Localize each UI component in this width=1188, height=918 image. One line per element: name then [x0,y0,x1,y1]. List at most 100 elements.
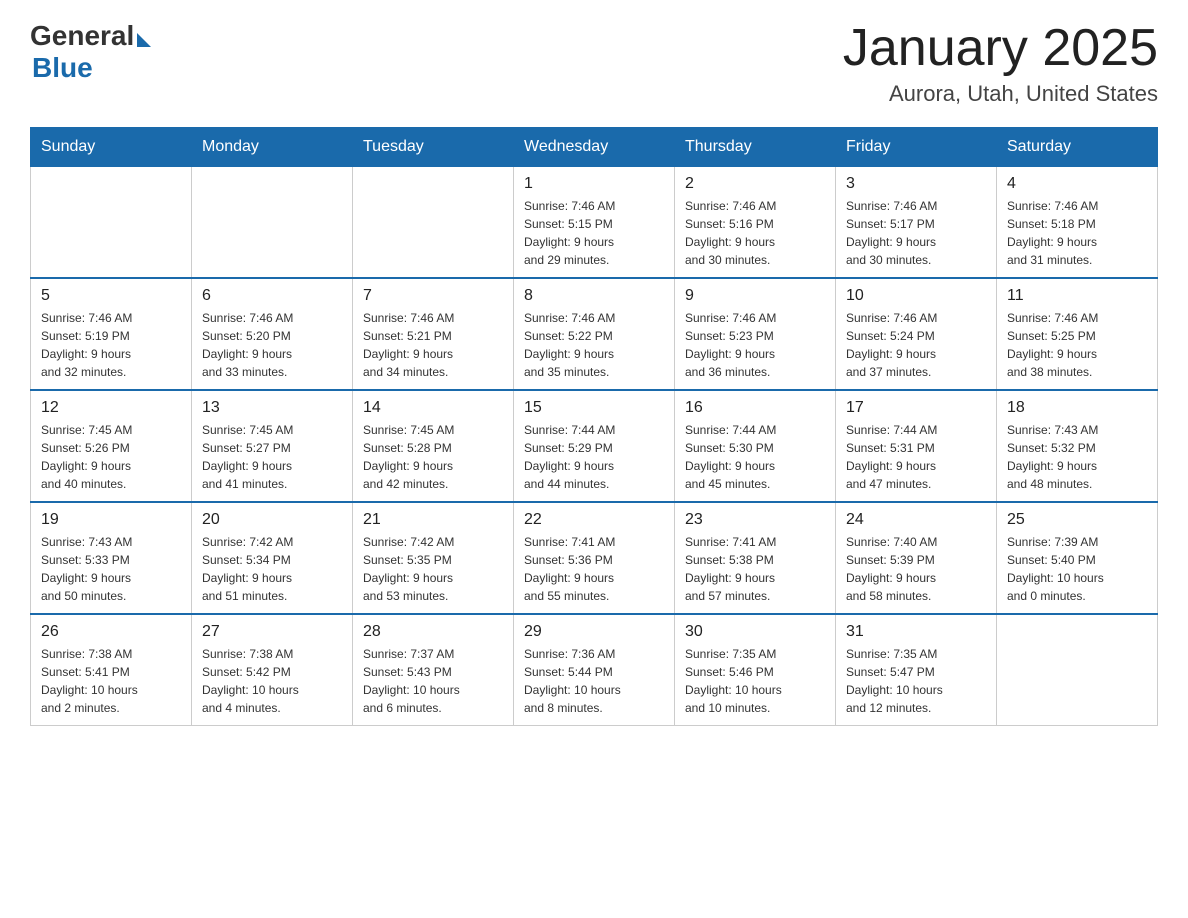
day-number: 24 [846,511,986,529]
day-number: 22 [524,511,664,529]
month-title: January 2025 [843,20,1158,77]
day-number: 12 [41,399,181,417]
day-info: Sunrise: 7:46 AMSunset: 5:21 PMDaylight:… [363,309,503,381]
calendar-cell: 14 Sunrise: 7:45 AMSunset: 5:28 PMDayligh… [353,390,514,502]
day-info: Sunrise: 7:46 AMSunset: 5:18 PMDaylight:… [1007,197,1147,269]
calendar-cell: 26 Sunrise: 7:38 AMSunset: 5:41 PMDayligh… [31,614,192,726]
day-info: Sunrise: 7:44 AMSunset: 5:31 PMDaylight:… [846,421,986,493]
day-number: 5 [41,287,181,305]
calendar-cell: 2 Sunrise: 7:46 AMSunset: 5:16 PMDaylight… [675,167,836,279]
day-info: Sunrise: 7:44 AMSunset: 5:30 PMDaylight:… [685,421,825,493]
calendar-cell: 4Sunrise: 7:46 AMSunset: 5:18 PMDaylight… [997,167,1158,279]
day-number: 13 [202,399,342,417]
calendar-cell: 10Sunrise: 7:46 AMSunset: 5:24 PMDayligh… [836,278,997,390]
day-number: 7 [363,287,503,305]
day-number: 6 [202,287,342,305]
calendar-week-row: 5Sunrise: 7:46 AMSunset: 5:19 PMDaylight… [31,278,1158,390]
day-number: 27 [202,623,342,641]
calendar-cell: 12Sunrise: 7:45 AMSunset: 5:26 PMDayligh… [31,390,192,502]
calendar-cell: 18 Sunrise: 7:43 AMSunset: 5:32 PMDayligh… [997,390,1158,502]
calendar-header-row: SundayMondayTuesdayWednesdayThursdayFrid… [31,128,1158,167]
calendar-cell: 15Sunrise: 7:44 AMSunset: 5:29 PMDayligh… [514,390,675,502]
day-number: 8 [524,287,664,305]
day-info: Sunrise: 7:42 AMSunset: 5:35 PMDaylight:… [363,533,503,605]
day-number: 3 [846,175,986,193]
day-number: 2 [685,175,825,193]
day-info: Sunrise: 7:40 AMSunset: 5:39 PMDaylight:… [846,533,986,605]
day-info: Sunrise: 7:44 AMSunset: 5:29 PMDaylight:… [524,421,664,493]
calendar-cell: 24 Sunrise: 7:40 AMSunset: 5:39 PMDayligh… [836,502,997,614]
calendar-header-tuesday: Tuesday [353,128,514,167]
page-header: General Blue January 2025 Aurora, Utah, … [30,20,1158,107]
calendar-cell: 1 Sunrise: 7:46 AMSunset: 5:15 PMDaylight… [514,167,675,279]
day-info: Sunrise: 7:46 AMSunset: 5:23 PMDaylight:… [685,309,825,381]
day-info: Sunrise: 7:36 AMSunset: 5:44 PMDaylight:… [524,645,664,717]
calendar-cell: 6 Sunrise: 7:46 AMSunset: 5:20 PMDaylight… [192,278,353,390]
calendar-header-friday: Friday [836,128,997,167]
day-number: 19 [41,511,181,529]
calendar-week-row: 12Sunrise: 7:45 AMSunset: 5:26 PMDayligh… [31,390,1158,502]
calendar-cell: 7 Sunrise: 7:46 AMSunset: 5:21 PMDaylight… [353,278,514,390]
calendar-week-row: 26 Sunrise: 7:38 AMSunset: 5:41 PMDayligh… [31,614,1158,726]
day-info: Sunrise: 7:46 AMSunset: 5:15 PMDaylight:… [524,197,664,269]
day-info: Sunrise: 7:43 AMSunset: 5:33 PMDaylight:… [41,533,181,605]
day-info: Sunrise: 7:35 AMSunset: 5:47 PMDaylight:… [846,645,986,717]
calendar-cell: 27 Sunrise: 7:38 AMSunset: 5:42 PMDayligh… [192,614,353,726]
day-number: 18 [1007,399,1147,417]
calendar-cell: 21 Sunrise: 7:42 AMSunset: 5:35 PMDayligh… [353,502,514,614]
calendar-cell: 5Sunrise: 7:46 AMSunset: 5:19 PMDaylight… [31,278,192,390]
day-info: Sunrise: 7:46 AMSunset: 5:24 PMDaylight:… [846,309,986,381]
calendar-cell: 20 Sunrise: 7:42 AMSunset: 5:34 PMDayligh… [192,502,353,614]
day-info: Sunrise: 7:39 AMSunset: 5:40 PMDaylight:… [1007,533,1147,605]
calendar-cell [353,167,514,279]
day-info: Sunrise: 7:45 AMSunset: 5:28 PMDaylight:… [363,421,503,493]
day-info: Sunrise: 7:38 AMSunset: 5:41 PMDaylight:… [41,645,181,717]
day-info: Sunrise: 7:41 AMSunset: 5:36 PMDaylight:… [524,533,664,605]
day-number: 14 [363,399,503,417]
day-info: Sunrise: 7:46 AMSunset: 5:20 PMDaylight:… [202,309,342,381]
day-info: Sunrise: 7:37 AMSunset: 5:43 PMDaylight:… [363,645,503,717]
day-info: Sunrise: 7:46 AMSunset: 5:16 PMDaylight:… [685,197,825,269]
logo-blue-text: Blue [32,52,93,84]
day-info: Sunrise: 7:46 AMSunset: 5:17 PMDaylight:… [846,197,986,269]
day-number: 9 [685,287,825,305]
calendar-cell: 22 Sunrise: 7:41 AMSunset: 5:36 PMDayligh… [514,502,675,614]
day-info: Sunrise: 7:45 AMSunset: 5:27 PMDaylight:… [202,421,342,493]
calendar-cell: 28Sunrise: 7:37 AMSunset: 5:43 PMDayligh… [353,614,514,726]
day-number: 23 [685,511,825,529]
calendar-cell: 9 Sunrise: 7:46 AMSunset: 5:23 PMDaylight… [675,278,836,390]
day-info: Sunrise: 7:38 AMSunset: 5:42 PMDaylight:… [202,645,342,717]
calendar-cell: 17 Sunrise: 7:44 AMSunset: 5:31 PMDayligh… [836,390,997,502]
day-info: Sunrise: 7:43 AMSunset: 5:32 PMDaylight:… [1007,421,1147,493]
day-info: Sunrise: 7:46 AMSunset: 5:22 PMDaylight:… [524,309,664,381]
calendar-cell: 30 Sunrise: 7:35 AMSunset: 5:46 PMDayligh… [675,614,836,726]
calendar-header-saturday: Saturday [997,128,1158,167]
day-info: Sunrise: 7:42 AMSunset: 5:34 PMDaylight:… [202,533,342,605]
calendar-cell: 31 Sunrise: 7:35 AMSunset: 5:47 PMDayligh… [836,614,997,726]
logo-general-text: General [30,20,134,52]
calendar-cell: 8 Sunrise: 7:46 AMSunset: 5:22 PMDaylight… [514,278,675,390]
day-info: Sunrise: 7:46 AMSunset: 5:25 PMDaylight:… [1007,309,1147,381]
location-title: Aurora, Utah, United States [843,81,1158,107]
calendar-header-monday: Monday [192,128,353,167]
day-number: 31 [846,623,986,641]
calendar-cell: 13 Sunrise: 7:45 AMSunset: 5:27 PMDayligh… [192,390,353,502]
day-number: 16 [685,399,825,417]
logo: General Blue [30,20,151,84]
day-info: Sunrise: 7:41 AMSunset: 5:38 PMDaylight:… [685,533,825,605]
day-info: Sunrise: 7:35 AMSunset: 5:46 PMDaylight:… [685,645,825,717]
title-block: January 2025 Aurora, Utah, United States [843,20,1158,107]
day-number: 26 [41,623,181,641]
logo-arrow-icon [137,33,151,47]
day-number: 17 [846,399,986,417]
day-number: 30 [685,623,825,641]
calendar-header-wednesday: Wednesday [514,128,675,167]
calendar-cell: 23 Sunrise: 7:41 AMSunset: 5:38 PMDayligh… [675,502,836,614]
day-number: 21 [363,511,503,529]
calendar-header-thursday: Thursday [675,128,836,167]
calendar-cell: 25Sunrise: 7:39 AMSunset: 5:40 PMDayligh… [997,502,1158,614]
calendar-week-row: 19 Sunrise: 7:43 AMSunset: 5:33 PMDayligh… [31,502,1158,614]
day-number: 20 [202,511,342,529]
calendar-cell: 29Sunrise: 7:36 AMSunset: 5:44 PMDayligh… [514,614,675,726]
day-number: 1 [524,175,664,193]
